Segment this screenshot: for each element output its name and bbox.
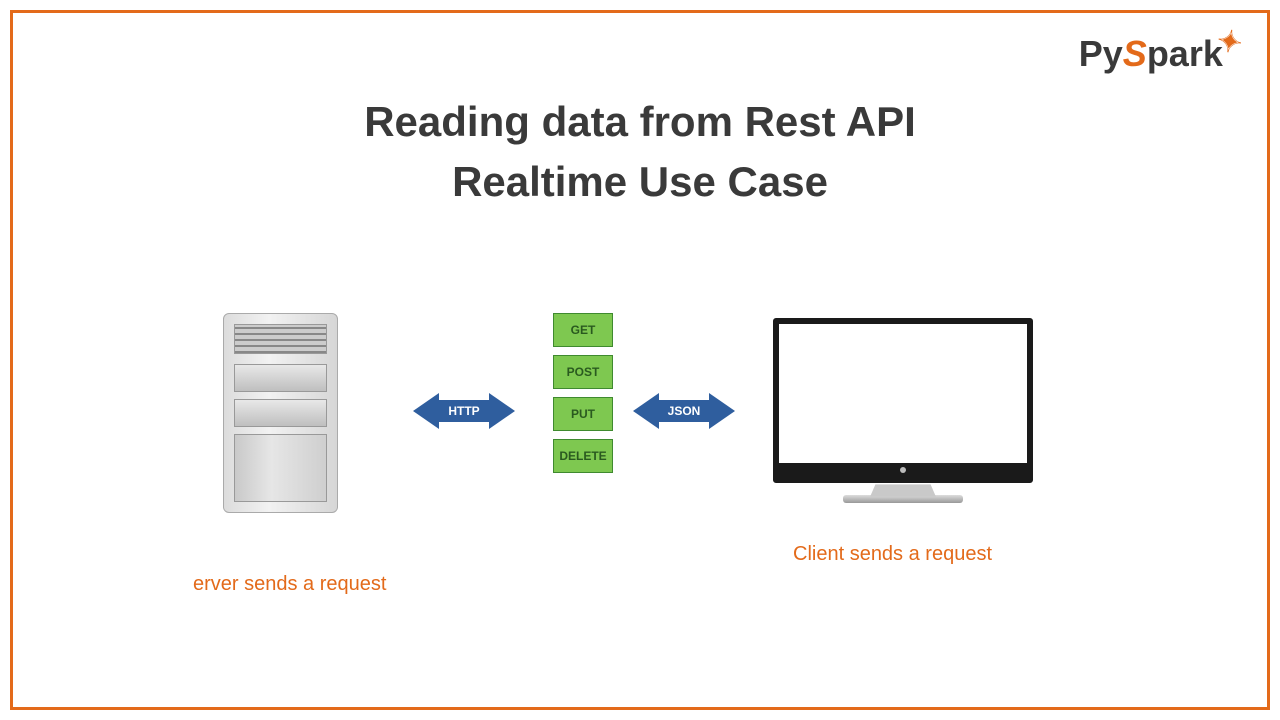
slide-frame: PySpark✦ Reading data from Rest API Real… — [10, 10, 1270, 710]
monitor-stand — [870, 484, 936, 496]
method-delete: DELETE — [553, 439, 613, 473]
http-arrow: HTTP — [413, 393, 515, 429]
logo-py: Py — [1079, 33, 1123, 74]
logo-spark-rest: park — [1147, 33, 1223, 74]
http-methods-stack: GET POST PUT DELETE — [553, 313, 613, 473]
server-drive-bay — [234, 399, 327, 427]
slide-title-line1: Reading data from Rest API — [13, 98, 1267, 146]
json-arrow: JSON — [633, 393, 735, 429]
arrow-head-right-icon — [489, 393, 515, 429]
monitor-bezel — [773, 318, 1033, 483]
monitor-chin — [779, 463, 1027, 477]
arrow-head-left-icon — [413, 393, 439, 429]
server-door — [234, 434, 327, 502]
slide-title-line2: Realtime Use Case — [13, 158, 1267, 206]
method-put: PUT — [553, 397, 613, 431]
pyspark-logo: PySpark✦ — [1079, 33, 1242, 75]
arrow-label-json: JSON — [659, 400, 709, 422]
arrow-head-left-icon — [633, 393, 659, 429]
logo-spark-s: S — [1123, 33, 1147, 74]
star-icon: ✦ — [1214, 23, 1245, 62]
client-caption: Client sends a request — [793, 543, 992, 566]
arrow-label-http: HTTP — [439, 400, 489, 422]
server-drive-bay — [234, 364, 327, 392]
method-get: GET — [553, 313, 613, 347]
server-caption: erver sends a request — [193, 573, 386, 596]
client-monitor-icon — [773, 318, 1033, 518]
server-icon — [223, 313, 338, 513]
arrow-head-right-icon — [709, 393, 735, 429]
method-post: POST — [553, 355, 613, 389]
